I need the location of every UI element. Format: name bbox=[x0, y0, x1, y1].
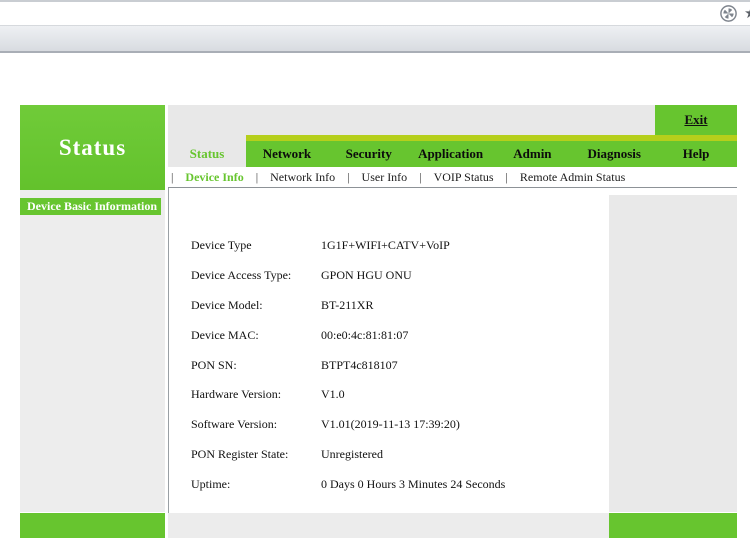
footer-middle-block bbox=[168, 513, 609, 538]
pinwheel-icon-svg bbox=[720, 5, 737, 22]
info-value: 00:e0:4c:81:81:07 bbox=[321, 327, 409, 342]
subnav-item-voip-status[interactable]: VOIP Status bbox=[419, 170, 505, 185]
info-label: Device Type bbox=[191, 238, 252, 253]
info-label: Device Access Type: bbox=[191, 268, 292, 283]
subnav-item-network-info[interactable]: Network Info bbox=[256, 170, 347, 185]
tab-help[interactable]: Help bbox=[655, 135, 737, 167]
subnav-item-user-info[interactable]: User Info bbox=[347, 170, 419, 185]
exit-label: Exit bbox=[684, 112, 708, 127]
browser-window: ★ Status Exit Status Network Security Ap… bbox=[0, 0, 750, 549]
info-value: BTPT4c818107 bbox=[321, 357, 398, 372]
section-header: Status bbox=[20, 105, 165, 190]
info-row: Uptime: 0 Days 0 Hours 3 Minutes 24 Seco… bbox=[169, 469, 609, 499]
info-value: 1G1F+WIFI+CATV+VoIP bbox=[321, 238, 450, 253]
tab-network[interactable]: Network bbox=[246, 135, 328, 167]
info-value: GPON HGU ONU bbox=[321, 268, 412, 283]
browser-toolbar bbox=[0, 26, 750, 53]
info-value: V1.01(2019-11-13 17:39:20) bbox=[321, 417, 460, 432]
device-info-panel: Device Type 1G1F+WIFI+CATV+VoIP Device A… bbox=[168, 188, 609, 513]
info-row: Device Type 1G1F+WIFI+CATV+VoIP bbox=[169, 231, 609, 261]
tab-admin[interactable]: Admin bbox=[491, 135, 574, 167]
tab-security[interactable]: Security bbox=[327, 135, 410, 167]
info-label: Software Version: bbox=[191, 417, 278, 432]
info-row: Software Version: V1.01(2019-11-13 17:39… bbox=[169, 410, 609, 440]
sidebar: Device Basic Information bbox=[20, 190, 165, 512]
info-row: Device Model: BT-211XR bbox=[169, 291, 609, 321]
info-row: Device Access Type: GPON HGU ONU bbox=[169, 261, 609, 291]
tab-diagnosis[interactable]: Diagnosis bbox=[573, 135, 656, 167]
page-title: Status bbox=[58, 134, 127, 160]
info-value: V1.0 bbox=[321, 387, 345, 402]
pinwheel-settings-icon[interactable] bbox=[719, 4, 738, 23]
right-spacer-panel bbox=[609, 195, 737, 512]
info-row: Hardware Version: V1.0 bbox=[169, 380, 609, 410]
info-row: PON SN: BTPT4c818107 bbox=[169, 350, 609, 380]
tab-application[interactable]: Application bbox=[409, 135, 492, 167]
info-row: PON Register State: Unregistered bbox=[169, 440, 609, 470]
sidebar-item-device-basic-information[interactable]: Device Basic Information bbox=[20, 198, 161, 215]
window-top-edge bbox=[0, 0, 750, 2]
info-value: 0 Days 0 Hours 3 Minutes 24 Seconds bbox=[321, 476, 506, 491]
info-label: PON SN: bbox=[191, 357, 237, 372]
sub-nav: Device Info Network Info User Info VOIP … bbox=[168, 167, 737, 188]
info-value: Unregistered bbox=[321, 446, 383, 461]
exit-button[interactable]: Exit bbox=[655, 105, 737, 135]
info-row: Device MAC: 00:e0:4c:81:81:07 bbox=[169, 320, 609, 350]
footer-left-block bbox=[20, 513, 165, 538]
footer-right-block bbox=[609, 513, 737, 538]
header-spacer-bar bbox=[168, 105, 655, 135]
info-label: Device MAC: bbox=[191, 327, 259, 342]
subnav-item-device-info[interactable]: Device Info bbox=[171, 170, 256, 185]
favorites-star-icon[interactable]: ★ bbox=[744, 4, 750, 22]
info-label: Device Model: bbox=[191, 297, 263, 312]
info-value: BT-211XR bbox=[321, 297, 374, 312]
subnav-item-remote-admin-status[interactable]: Remote Admin Status bbox=[506, 170, 638, 185]
tab-status[interactable]: Status bbox=[168, 135, 246, 167]
info-label: Uptime: bbox=[191, 476, 231, 491]
main-nav: Status Network Security Application Admi… bbox=[168, 135, 737, 167]
info-label: Hardware Version: bbox=[191, 387, 282, 402]
info-label: PON Register State: bbox=[191, 446, 289, 461]
